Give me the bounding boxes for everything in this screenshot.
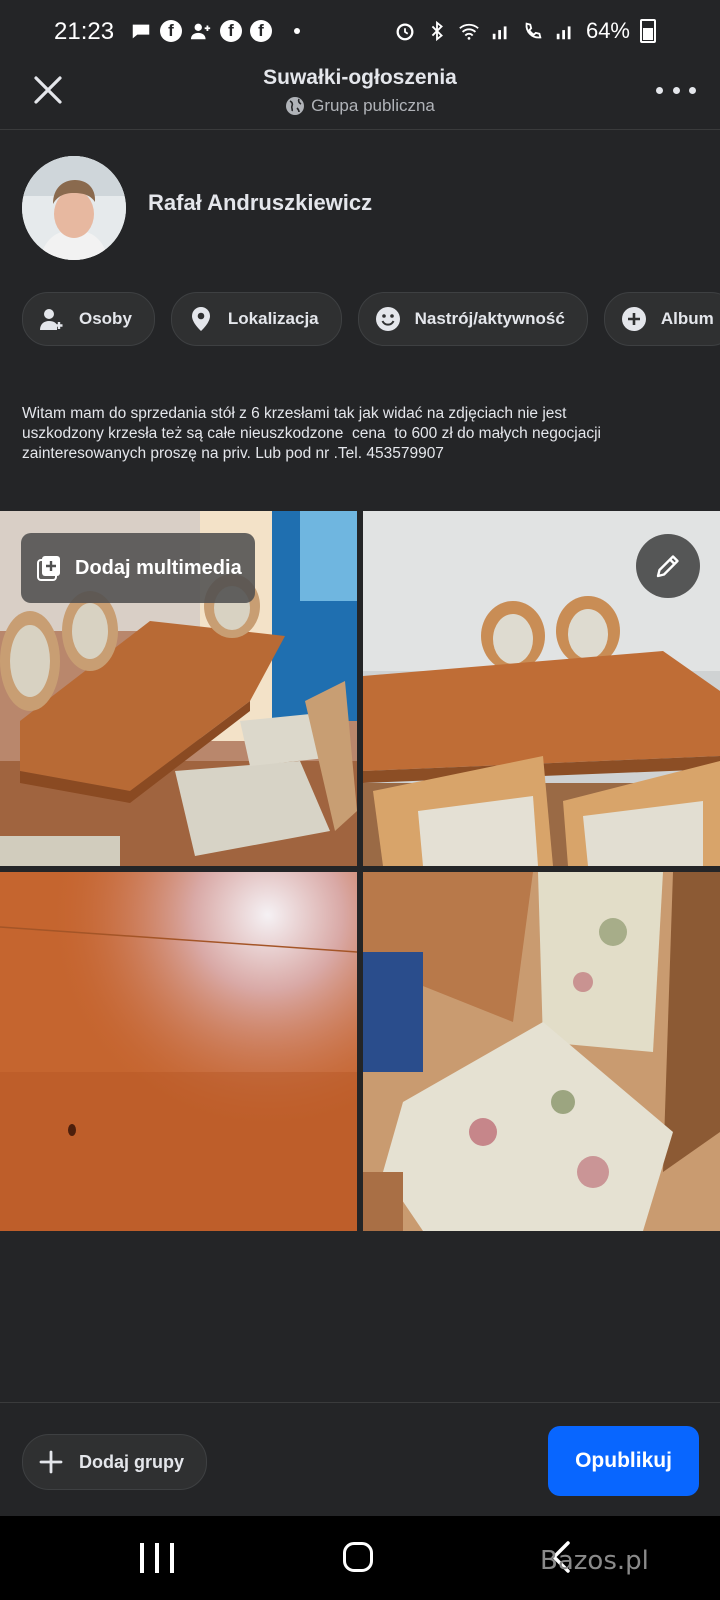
add-media-label: Dodaj multimedia (75, 556, 242, 579)
album-button[interactable]: Album (603, 292, 720, 346)
plus-circle-icon (621, 306, 647, 332)
chip-label-location: Lokalizacja (227, 309, 319, 328)
group-privacy-label: Grupa publiczna (311, 96, 435, 115)
add-media-button[interactable]: Dodaj multimedia (21, 533, 255, 603)
chat-icon (132, 24, 150, 39)
battery-percent: 64% (585, 18, 630, 43)
smiley-icon (375, 306, 401, 332)
location-pin-icon (188, 306, 214, 332)
notification-icons: f f f (130, 20, 300, 42)
facebook-icon: f (220, 20, 242, 42)
plus-icon (39, 1450, 63, 1474)
pencil-icon (656, 555, 679, 578)
home-icon[interactable] (343, 1542, 373, 1572)
photo-table-top[interactable] (0, 872, 357, 1231)
footer-divider (0, 1402, 720, 1403)
signal-icon (556, 26, 571, 40)
recent-apps-icon[interactable] (140, 1543, 174, 1573)
facebook-icon: f (160, 20, 182, 42)
system-status: 64% (394, 18, 656, 44)
globe-icon (286, 97, 305, 115)
author-name: Rafał Andruszkiewicz (148, 190, 373, 215)
people-tag-icon (39, 306, 65, 332)
edit-media-button[interactable] (636, 534, 700, 598)
tag-people-button[interactable]: Osoby (22, 292, 155, 346)
chip-label-people: Osoby (79, 309, 132, 328)
group-privacy: Grupa publiczna (0, 96, 720, 116)
post-options: Osoby Lokalizacja Nastrój/aktywność Albu… (22, 292, 720, 346)
more-notifications-dot-icon (294, 28, 300, 34)
battery-icon (640, 19, 656, 43)
avatar (22, 156, 126, 260)
chip-label-album: Album (660, 309, 714, 328)
header-divider (0, 129, 720, 130)
post-text-input[interactable]: Witam mam do sprzedania stół z 6 krzesła… (22, 404, 672, 464)
alarm-icon (396, 23, 414, 41)
feeling-activity-button[interactable]: Nastrój/aktywność (357, 292, 588, 346)
group-title: Suwałki-ogłoszenia (263, 66, 457, 89)
add-groups-label: Dodaj grupy (79, 1451, 185, 1472)
wifi-icon (459, 23, 479, 40)
photo-chair-seat[interactable] (363, 872, 720, 1231)
publish-button[interactable]: Opublikuj (548, 1426, 699, 1496)
add-media-icon (37, 556, 60, 581)
wifi-call-icon (525, 22, 542, 39)
bluetooth-icon (431, 20, 443, 42)
facebook-icon: f (250, 20, 272, 42)
more-options-icon[interactable] (656, 80, 696, 100)
location-button[interactable]: Lokalizacja (170, 292, 342, 346)
watermark: Bazos.pl (540, 1546, 649, 1576)
chip-label-feeling: Nastrój/aktywność (414, 309, 565, 328)
person-add-icon (190, 23, 211, 40)
watermark-label: Bazos.pl (540, 1546, 649, 1576)
signal-icon (492, 26, 507, 40)
status-time: 21:23 (54, 18, 115, 45)
add-groups-button[interactable]: Dodaj grupy (22, 1434, 208, 1490)
